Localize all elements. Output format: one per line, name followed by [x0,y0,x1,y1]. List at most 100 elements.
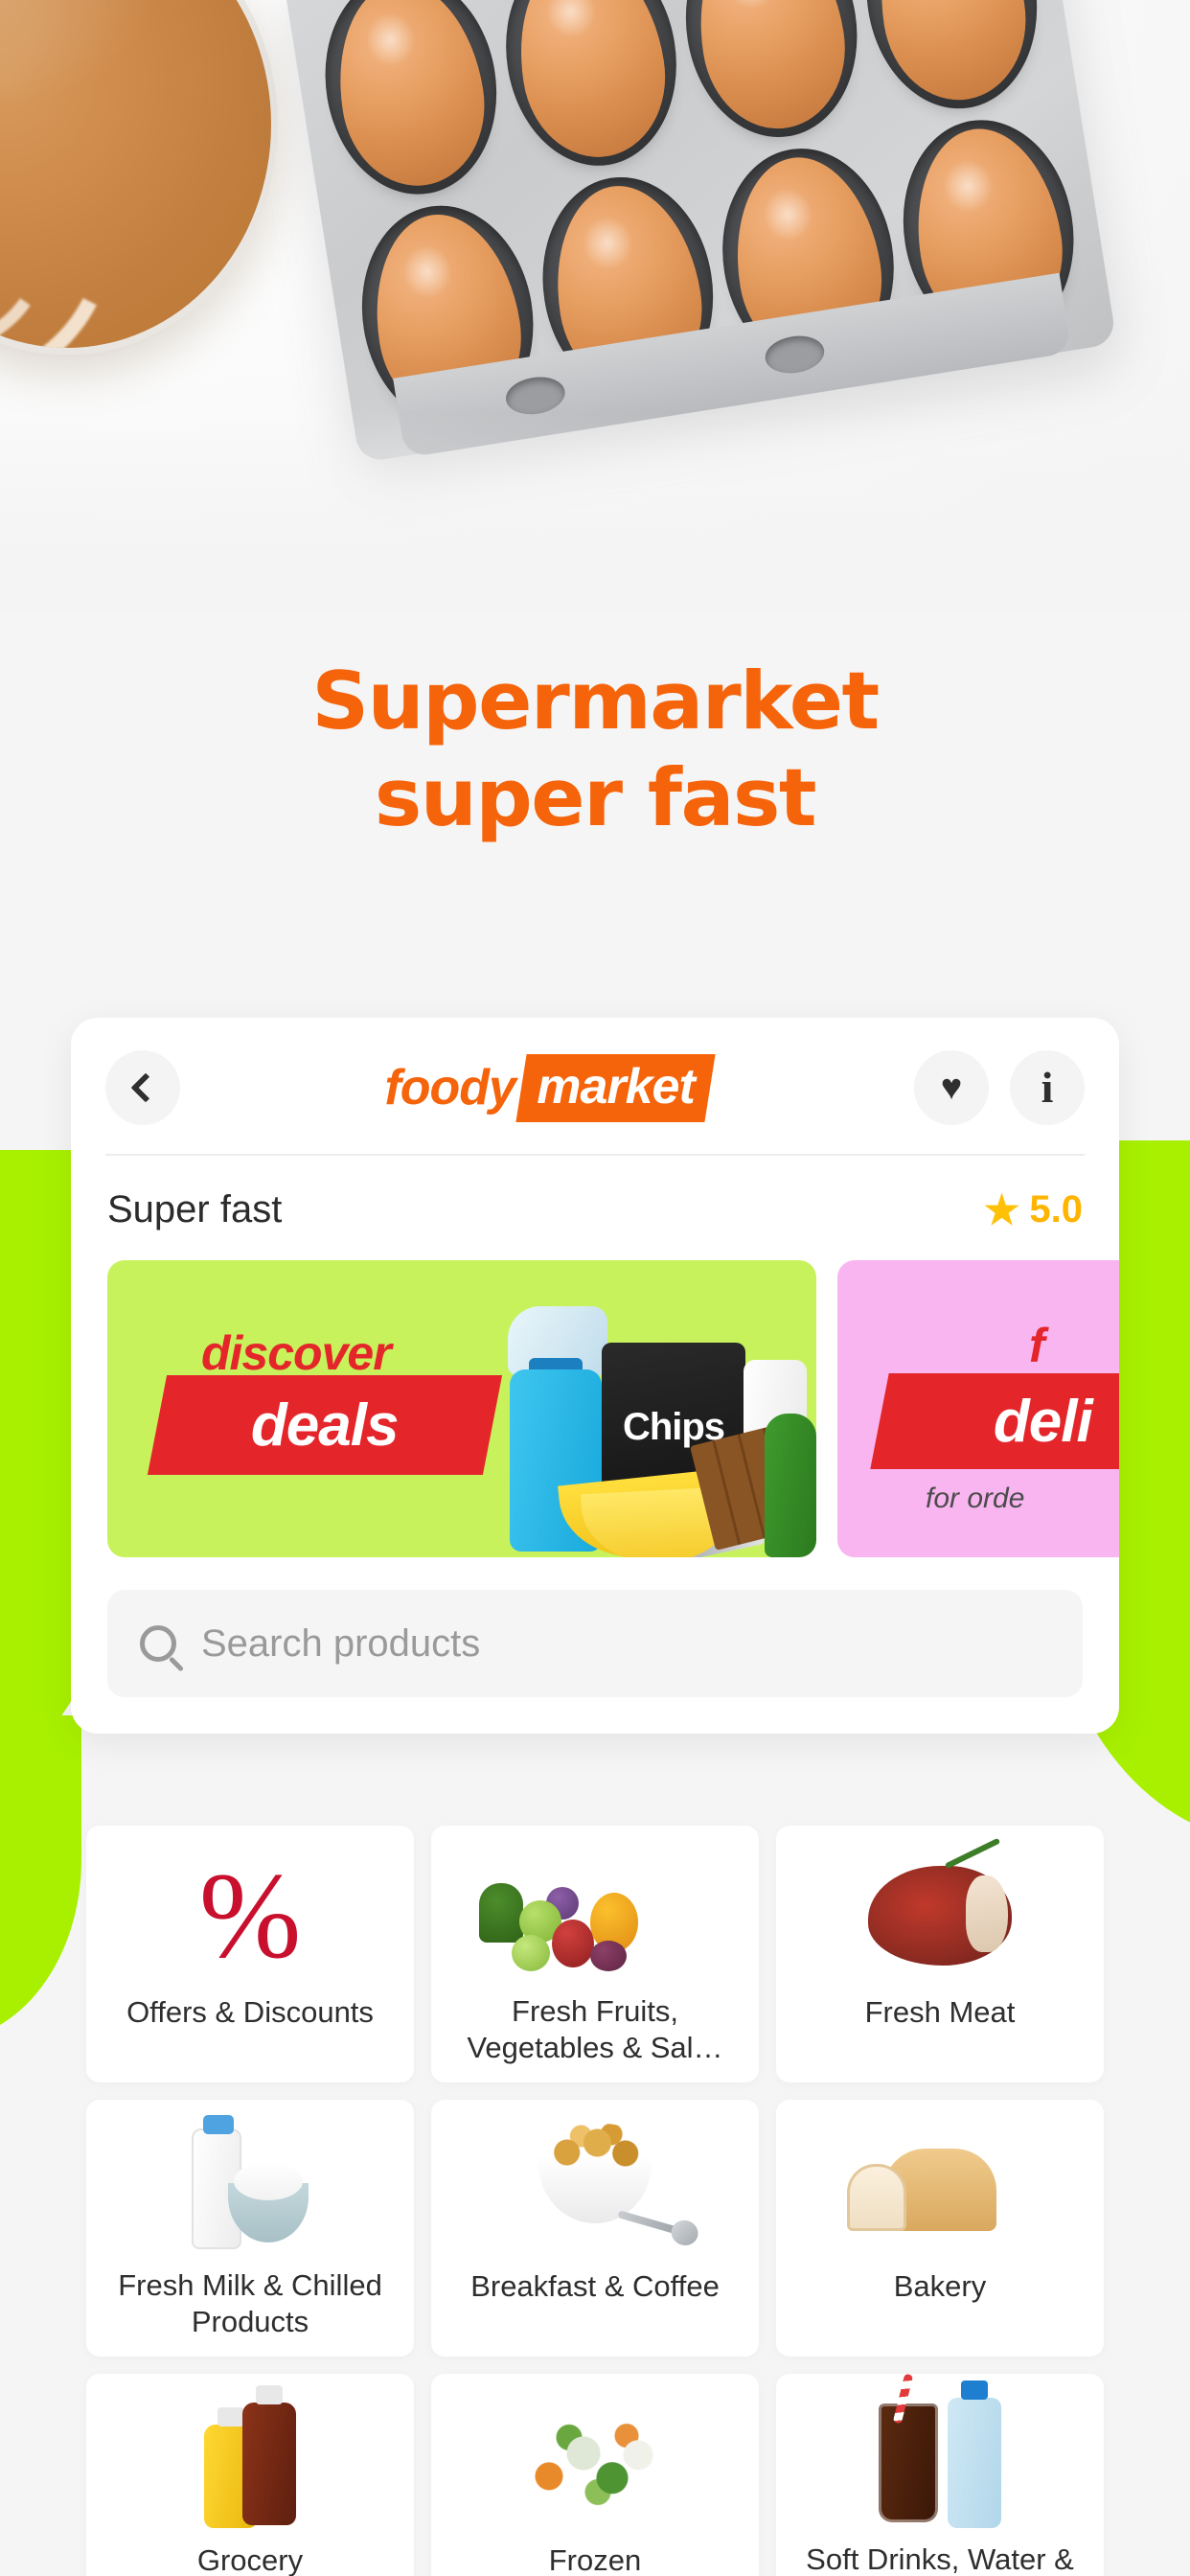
category-tile-fresh-fruits[interactable]: Fresh Fruits, Vegetables & Sal… [431,1826,759,2082]
banner-discover-deals[interactable]: discover deals Chips [107,1260,816,1557]
store-info-row: Super fast ★ 5.0 [71,1156,1119,1260]
logo-text-foody: foody [384,1060,516,1116]
app-screenshot-card: foody market ♥ i Super fast ★ 5.0 discov… [71,1018,1119,1734]
cola-glass-art [879,2374,938,2523]
percent-symbol: % [198,1848,302,1984]
steak-fat-art [966,1875,1008,1952]
search-section: Search products [71,1557,1119,1726]
ketchup-bottle-art [242,2385,296,2525]
store-name: Super fast [107,1188,283,1230]
page-title: Supermarket super fast [0,659,1190,840]
category-tile-fresh-meat[interactable]: Fresh Meat [776,1826,1104,2082]
cereal-icon [445,2123,745,2257]
hero-photo-area [0,0,1190,613]
banner-1-band: deals [147,1375,503,1475]
page-root: Supermarket super fast foody market ♥ i [0,0,1190,2576]
drinks-icon [790,2374,1090,2530]
vegetables-icon [445,1849,745,1982]
milk-icon [100,2115,400,2256]
store-rating: ★ 5.0 [984,1188,1083,1231]
search-bar[interactable]: Search products [107,1590,1083,1697]
milk-cap-art [203,2115,234,2135]
category-label: Frozen [548,2543,642,2576]
steak-icon [790,1837,1090,1983]
egg [324,0,497,196]
percent-icon: % [100,1849,400,1983]
category-label: Fresh Meat [864,1995,1016,2029]
cereal-bowl-art [537,2124,686,2237]
bread-slice-art [847,2164,906,2231]
red-pepper-art [552,1920,594,1967]
broccoli-art [479,1883,523,1943]
green-apple-art-2 [512,1935,550,1971]
frozen-vegetables-icon [445,2397,745,2531]
latte-coffee-cup-image [0,0,278,355]
green-decor-left-tail [0,1715,81,2041]
category-label: Fresh Milk & Chilled Products [118,2267,382,2339]
banner-2-word-top: f [1029,1319,1045,1372]
grapes-art [590,1941,627,1971]
cereal-flakes-art [537,2124,653,2172]
green-bottle-art [765,1414,816,1557]
egg-cell [670,0,873,150]
category-tile-breakfast-coffee[interactable]: Breakfast & Coffee [431,2100,759,2357]
egg [504,0,677,168]
category-label: Soft Drinks, Water & Juices [806,2542,1074,2576]
info-icon: i [1041,1063,1054,1112]
star-icon: ★ [983,1186,1020,1232]
favorite-button[interactable]: ♥ [914,1050,989,1125]
egg-carton-image [282,0,1117,464]
banner-1-word-band: deals [251,1392,399,1459]
category-label: Fresh Fruits, Vegetables & Sal… [467,1993,723,2065]
brand-logo: foody market [180,1053,914,1122]
category-grid: % Offers & Discounts Fresh Fruits, Veget… [86,1826,1104,2576]
water-bottle-art [948,2380,1001,2529]
banner-free-delivery[interactable]: f deli for orde [837,1260,1119,1557]
header-actions: ♥ i [914,1050,1085,1125]
search-icon [140,1625,176,1662]
egg-cell [490,0,692,178]
bread-icon [790,2123,1090,2257]
egg-cell [850,0,1053,122]
banner-2-word-band: deli [993,1388,1092,1455]
category-tile-offers-discounts[interactable]: % Offers & Discounts [86,1826,414,2082]
category-label: Bakery [893,2269,987,2303]
banner-1-word-top: discover [201,1326,392,1380]
heart-icon: ♥ [940,1068,963,1108]
spoon-art [617,2210,686,2237]
category-tile-soft-drinks[interactable]: Soft Drinks, Water & Juices [776,2374,1104,2576]
category-label: Offers & Discounts [126,1995,374,2029]
category-label: Breakfast & Coffee [470,2269,720,2303]
banner-2-band: deli [870,1373,1119,1469]
bread-loaf-art [847,2149,996,2231]
category-tile-fresh-milk[interactable]: Fresh Milk & Chilled Products [86,2100,414,2357]
logo-badge-market: market [515,1053,716,1122]
chevron-left-icon [130,1072,161,1103]
straw-art [892,2374,914,2425]
frozen-mix-art [523,2420,667,2508]
cup-sheen [0,0,160,110]
category-tile-grocery[interactable]: Grocery [86,2374,414,2576]
app-header: foody market ♥ i [71,1018,1119,1154]
egg-cell [309,0,512,207]
logo-text-market: market [537,1058,695,1115]
water-cap-art [961,2380,988,2401]
yogurt-cream-art [234,2162,303,2201]
hero-fade [0,412,1190,613]
headline-line-1: Supermarket [311,655,880,748]
steak-art [868,1837,1012,1966]
promo-banner-carousel[interactable]: discover deals Chips f deli for orde [71,1260,1119,1557]
rating-value: 5.0 [1029,1188,1083,1230]
egg [865,0,1038,110]
bottles-icon [100,2385,400,2531]
category-label: Grocery [196,2543,304,2576]
banner-2-subtext: for orde [926,1483,1025,1514]
search-input[interactable]: Search products [201,1622,480,1666]
headline-line-2: super fast [374,751,817,845]
egg [685,0,858,139]
category-tile-bakery[interactable]: Bakery [776,2100,1104,2357]
back-button[interactable] [105,1050,180,1125]
rosemary-art [944,1837,1001,1870]
info-button[interactable]: i [1010,1050,1085,1125]
category-tile-frozen[interactable]: Frozen [431,2374,759,2576]
